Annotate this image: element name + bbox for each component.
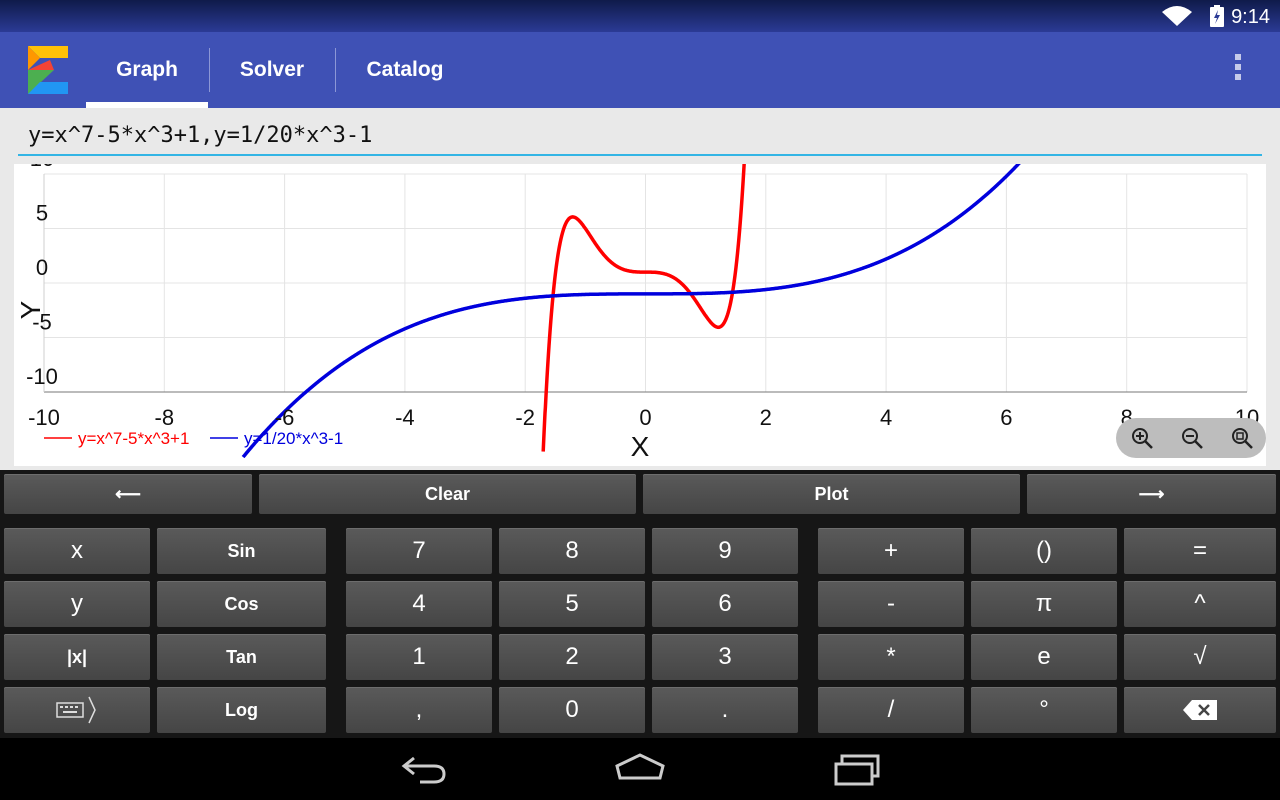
zoom-in-icon[interactable] <box>1130 426 1154 450</box>
key-y[interactable]: y <box>4 581 150 627</box>
x-tick-label: -4 <box>395 405 415 430</box>
recent-apps-icon[interactable] <box>832 752 882 786</box>
key-tan[interactable]: Tan <box>157 634 326 680</box>
expression-input[interactable]: y=x^7-5*x^3+1,y=1/20*x^3-1 <box>18 118 1262 156</box>
key-pi[interactable]: π <box>971 581 1117 627</box>
right-arrow-button[interactable]: ⟶ <box>1027 474 1276 514</box>
x-tick-label: 4 <box>880 405 892 430</box>
legend-label-2: y=1/20*x^3-1 <box>244 429 343 448</box>
key-2[interactable]: 2 <box>499 634 645 680</box>
home-icon[interactable] <box>614 752 666 786</box>
key-log[interactable]: Log <box>157 687 326 733</box>
key-degree[interactable]: ° <box>971 687 1117 733</box>
key-5[interactable]: 5 <box>499 581 645 627</box>
plot-grid <box>43 173 1248 393</box>
key-cos[interactable]: Cos <box>157 581 326 627</box>
y-tick-label: 10 <box>30 164 54 171</box>
app-logo-icon <box>28 46 68 94</box>
y-tick-label: 5 <box>36 201 48 226</box>
plot-curves <box>241 164 1021 458</box>
backspace-icon <box>1183 700 1217 720</box>
graph-area: y=x^7-5*x^3+1,y=1/20*x^3-1 -10 -8 -6 -4 -2 0 2… <box>0 108 1280 470</box>
clock: 9:14 <box>1231 6 1270 28</box>
y-tick-label: -10 <box>26 364 58 389</box>
key-plus[interactable]: + <box>818 528 964 574</box>
key-parens[interactable]: () <box>971 528 1117 574</box>
key-1[interactable]: 1 <box>346 634 492 680</box>
x-tick-label: -6 <box>275 405 295 430</box>
x-axis-label: X <box>631 431 650 462</box>
x-tick-label: -10 <box>28 405 60 430</box>
series-line-2 <box>241 164 1021 458</box>
zoom-controls <box>1116 418 1266 458</box>
key-x[interactable]: x <box>4 528 150 574</box>
key-e[interactable]: e <box>971 634 1117 680</box>
tab-graph[interactable]: Graph <box>86 32 208 108</box>
key-period[interactable]: . <box>652 687 798 733</box>
back-icon[interactable] <box>400 752 448 786</box>
x-tick-label: -8 <box>155 405 175 430</box>
key-comma[interactable]: , <box>346 687 492 733</box>
clear-button[interactable]: Clear <box>259 474 636 514</box>
battery-icon <box>1210 5 1224 27</box>
tab-solver[interactable]: Solver <box>210 32 334 108</box>
x-tick-label: 2 <box>760 405 772 430</box>
wifi-icon <box>1162 6 1192 26</box>
key-sin[interactable]: Sin <box>157 528 326 574</box>
x-tick-label: 0 <box>639 405 651 430</box>
zoom-fit-icon[interactable] <box>1230 426 1254 450</box>
navigation-bar <box>0 738 1280 800</box>
key-9[interactable]: 9 <box>652 528 798 574</box>
key-0[interactable]: 0 <box>499 687 645 733</box>
plot-panel[interactable]: -10-8-6-4-202468101050-5-10 XY y=x^7-5*x… <box>14 164 1266 466</box>
status-bar: 9:14 <box>0 0 1280 32</box>
key-minus[interactable]: - <box>818 581 964 627</box>
zoom-out-icon[interactable] <box>1180 426 1204 450</box>
key-divide[interactable]: / <box>818 687 964 733</box>
plot-svg[interactable]: -10-8-6-4-202468101050-5-10 XY y=x^7-5*x… <box>14 164 1266 466</box>
key-6[interactable]: 6 <box>652 581 798 627</box>
left-arrow-button[interactable]: ⟵ <box>4 474 252 514</box>
backspace-button[interactable] <box>1124 687 1276 733</box>
keyboard-toggle-button[interactable] <box>4 687 150 733</box>
keypad: ⟵ Clear Plot ⟶ x Sin 7 8 9 +() = y Cos 4 5 6- π ^ |x| T… <box>0 470 1280 738</box>
x-tick-label: 6 <box>1000 405 1012 430</box>
keyboard-icon <box>56 696 96 724</box>
y-axis-label: Y <box>15 300 46 319</box>
app-root: 9:14 Graph Solver Catalog y=x^7-5*x^3+1,… <box>0 0 1280 800</box>
x-tick-label: -2 <box>515 405 535 430</box>
key-3[interactable]: 3 <box>652 634 798 680</box>
key-caret[interactable]: ^ <box>1124 581 1276 627</box>
app-bar: Graph Solver Catalog <box>0 32 1280 108</box>
overflow-menu-icon[interactable] <box>1226 54 1250 86</box>
legend-label-1: y=x^7-5*x^3+1 <box>78 429 189 448</box>
key-multiply[interactable]: * <box>818 634 964 680</box>
y-tick-label: 0 <box>36 255 48 280</box>
plot-ticks: -10-8-6-4-202468101050-5-10 <box>26 164 1259 430</box>
tab-catalog[interactable]: Catalog <box>336 32 474 108</box>
key-sqrt[interactable]: √ <box>1124 634 1276 680</box>
key-7[interactable]: 7 <box>346 528 492 574</box>
plot-button[interactable]: Plot <box>643 474 1020 514</box>
plot-legend: y=x^7-5*x^3+1 y=1/20*x^3-1 <box>44 429 343 448</box>
key-4[interactable]: 4 <box>346 581 492 627</box>
key-abs[interactable]: |x| <box>4 634 150 680</box>
key-8[interactable]: 8 <box>499 528 645 574</box>
key-equals[interactable]: = <box>1124 528 1276 574</box>
